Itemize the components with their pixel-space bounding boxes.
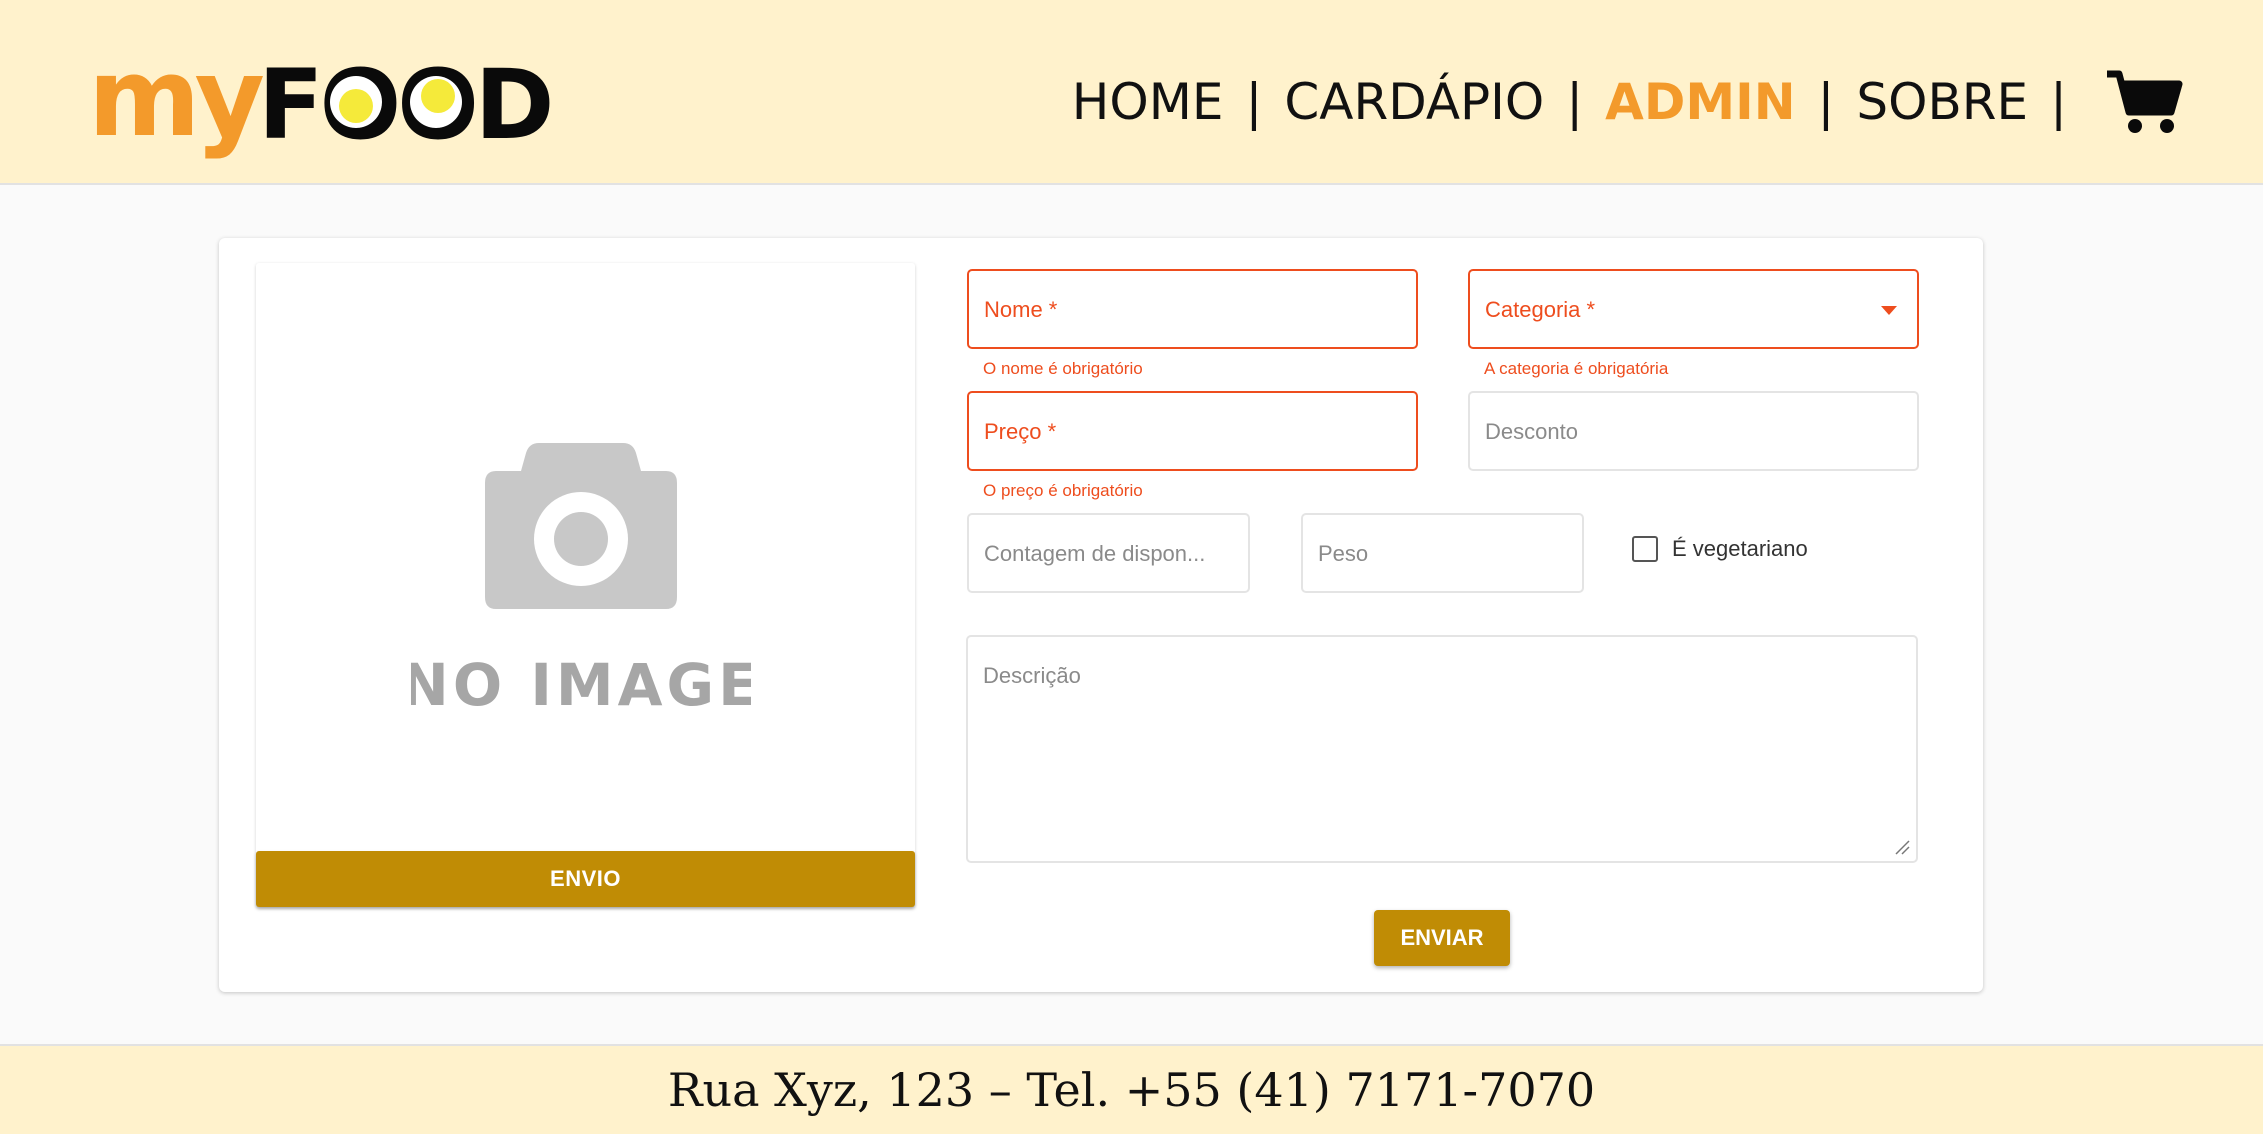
main-nav: HOME | CARDÁPIO | ADMIN | SOBRE | <box>1072 62 2183 142</box>
no-image-text: NO IMAGE <box>411 651 751 719</box>
camera-icon <box>485 443 677 609</box>
image-upload-panel: NO IMAGE ENVIO <box>256 263 915 907</box>
vegetariano-label: É vegetariano <box>1672 536 1808 561</box>
logo-text-food: FOOD <box>258 49 554 160</box>
vegetariano-checkbox[interactable] <box>1632 536 1658 562</box>
nav-separator: | <box>2050 73 2067 131</box>
nome-label: Nome * <box>984 297 1058 322</box>
nav-sobre[interactable]: SOBRE <box>1856 73 2028 131</box>
nome-error: O nome é obrigatório <box>983 359 1143 378</box>
categoria-select[interactable]: Categoria * <box>1468 269 1919 349</box>
desconto-field[interactable]: Desconto <box>1468 391 1919 471</box>
footer: Rua Xyz, 123 – Tel. +55 (41) 7171-7070 <box>0 1044 2263 1134</box>
nav-separator: | <box>1566 73 1584 131</box>
preco-error: O preço é obrigatório <box>983 481 1143 500</box>
dropdown-caret-icon <box>1881 306 1897 315</box>
no-image-placeholder: NO IMAGE <box>411 443 751 719</box>
nav-admin[interactable]: ADMIN <box>1605 73 1795 131</box>
nav-cardapio[interactable]: CARDÁPIO <box>1284 73 1544 131</box>
peso-label: Peso <box>1318 541 1369 566</box>
svg-text:FOOD: FOOD <box>258 49 550 160</box>
shopping-cart-icon[interactable] <box>2105 68 2183 136</box>
enviar-submit-button[interactable]: ENVIAR <box>1374 910 1510 966</box>
header: my FOOD HOME | CARDÁPIO | ADMIN | SOBRE … <box>0 0 2263 185</box>
nome-field[interactable]: Nome * <box>967 269 1418 349</box>
peso-field[interactable]: Peso <box>1301 513 1584 593</box>
nav-home[interactable]: HOME <box>1072 73 1224 131</box>
nav-separator: | <box>1245 73 1263 131</box>
descricao-textarea[interactable]: Descrição <box>966 635 1918 863</box>
categoria-error: A categoria é obrigatória <box>1484 359 1669 378</box>
resize-handle-icon[interactable] <box>1894 839 1910 855</box>
product-form-card: NO IMAGE ENVIO Nome * O nome é obrigatór… <box>219 238 1983 992</box>
myfood-logo[interactable]: my FOOD <box>88 40 568 160</box>
envio-upload-button[interactable]: ENVIO <box>256 851 915 907</box>
descricao-label: Descrição <box>983 663 1081 688</box>
nav-separator: | <box>1817 73 1835 131</box>
contagem-label: Contagem de dispon... <box>984 541 1206 566</box>
desconto-label: Desconto <box>1485 419 1578 444</box>
preco-field[interactable]: Preço * <box>967 391 1418 471</box>
vegetariano-checkbox-row[interactable]: É vegetariano <box>1632 536 1808 562</box>
preco-label: Preço * <box>984 419 1057 444</box>
categoria-label: Categoria * <box>1485 297 1596 322</box>
logo-text-my: my <box>88 40 264 160</box>
contagem-disponivel-field[interactable]: Contagem de dispon... <box>967 513 1250 593</box>
footer-address: Rua Xyz, 123 – Tel. +55 (41) 7171-7070 <box>667 1063 1596 1117</box>
